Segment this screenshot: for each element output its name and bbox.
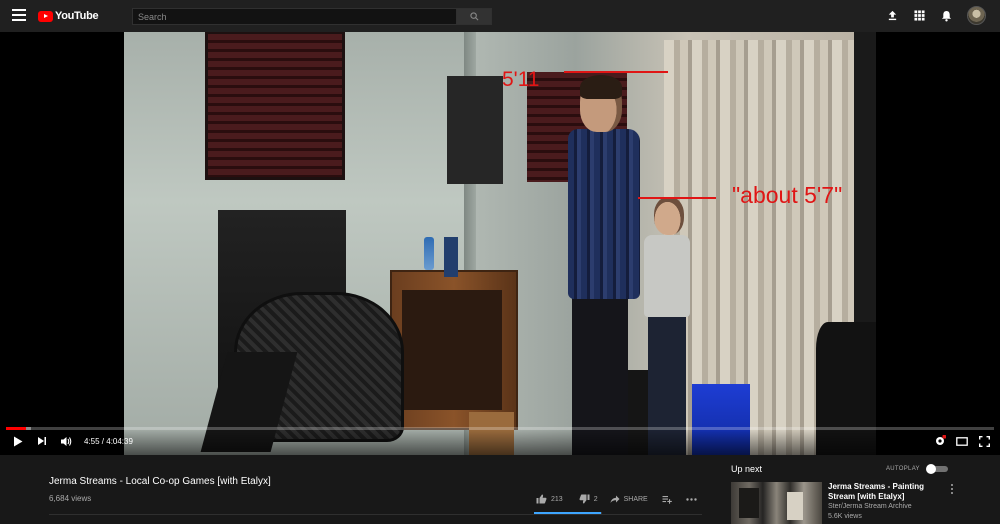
view-count: 6,684 views [49, 494, 92, 503]
next-video-more-icon[interactable] [948, 484, 956, 496]
apps-icon[interactable] [913, 9, 926, 22]
autoplay-toggle[interactable] [926, 464, 948, 474]
top-icons [886, 6, 986, 25]
theater-button[interactable] [956, 435, 968, 447]
dislike-icon [579, 494, 590, 504]
fullscreen-icon [978, 435, 990, 447]
share-button[interactable]: SHARE [610, 495, 648, 504]
next-icon [38, 437, 46, 445]
search-input[interactable] [132, 8, 457, 25]
autoplay-label: AUTOPLAY [886, 466, 920, 472]
more-icon [686, 497, 697, 501]
next-video-channel[interactable]: Ster/Jerma Stream Archive [828, 503, 912, 510]
dislike-button[interactable]: 2 [579, 494, 598, 504]
video-frame[interactable]: 5'11 "about 5'7" [124, 32, 876, 455]
video-player[interactable]: 5'11 "about 5'7" 4:55 / 4:04:39 [0, 32, 1000, 455]
avatar[interactable] [967, 6, 986, 25]
person-tall [558, 75, 648, 455]
volume-icon [61, 436, 72, 446]
menu-icon[interactable] [12, 9, 26, 23]
top-bar: YouTube [0, 0, 1000, 32]
dislike-count: 2 [593, 495, 598, 503]
more-actions-button[interactable] [686, 497, 697, 501]
video-actions: 213 2 SHARE [536, 494, 697, 504]
youtube-logo-icon [38, 10, 53, 22]
next-video-title[interactable]: Jerma Streams - Painting Stream [with Et… [828, 482, 938, 502]
progress-played [6, 427, 26, 430]
play-icon [14, 436, 23, 446]
search-button[interactable] [457, 8, 492, 25]
share-label: SHARE [623, 495, 648, 503]
up-next-label: Up next [731, 464, 763, 474]
annotation-line-1 [564, 71, 668, 73]
bell-icon[interactable] [940, 9, 953, 22]
annotation-height-2: "about 5'7" [732, 182, 843, 208]
volume-button[interactable] [60, 435, 72, 447]
youtube-logo[interactable]: YouTube [38, 10, 99, 22]
time-display: 4:55 / 4:04:39 [84, 436, 133, 446]
person-short [642, 197, 702, 455]
divider [49, 514, 702, 515]
search-icon [469, 12, 478, 21]
like-button[interactable]: 213 [536, 494, 563, 504]
progress-bar[interactable] [6, 427, 994, 430]
fullscreen-button[interactable] [978, 435, 990, 447]
settings-button[interactable] [934, 435, 946, 447]
settings-icon [936, 435, 946, 445]
share-icon [610, 495, 620, 503]
autoplay-toggle-knob [926, 464, 936, 474]
annotation-line-2 [638, 197, 716, 199]
next-video-thumbnail[interactable] [731, 482, 822, 524]
next-video-views: 5.6K views [828, 513, 862, 520]
upload-icon[interactable] [886, 9, 899, 22]
like-count: 213 [551, 495, 563, 503]
theater-icon [956, 436, 968, 446]
annotation-height-1: 5'11 [502, 68, 540, 91]
like-icon [536, 494, 547, 504]
player-controls: 4:55 / 4:04:39 [0, 427, 1000, 455]
add-to-playlist-icon [662, 495, 672, 504]
next-button[interactable] [36, 435, 48, 447]
play-button[interactable] [12, 435, 24, 447]
search-bar [132, 8, 492, 25]
video-title: Jerma Streams - Local Co-op Games [with … [49, 476, 271, 487]
add-to-playlist-button[interactable] [662, 495, 672, 504]
logo-text: YouTube [55, 10, 99, 22]
